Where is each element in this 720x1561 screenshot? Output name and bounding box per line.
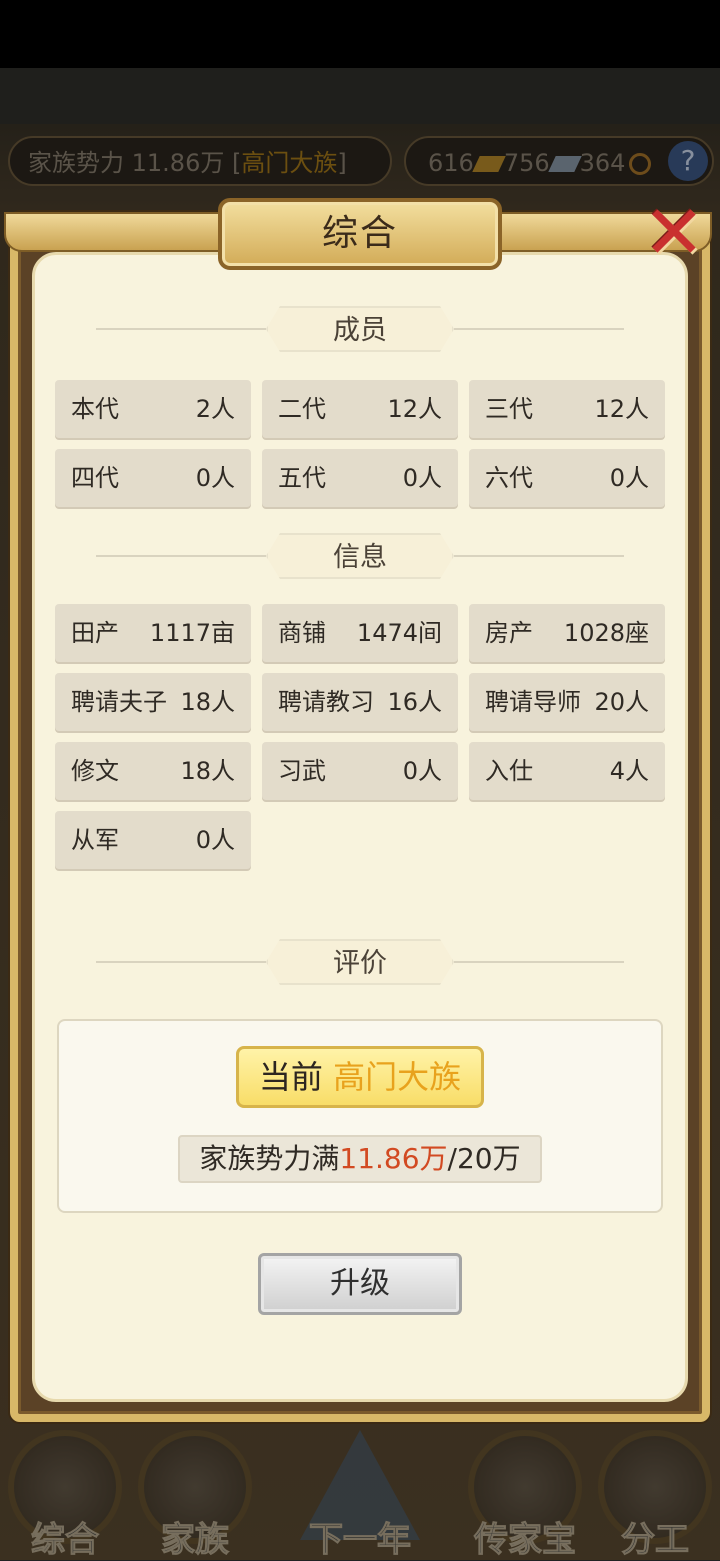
card-label: 聘请夫子 [71, 688, 167, 716]
card-label: 田产 [71, 619, 119, 647]
upgrade-button[interactable]: 升级 [258, 1253, 462, 1315]
close-icon[interactable]: ✕ [634, 196, 714, 276]
member-card-gen5: 五代 0人 [262, 449, 458, 507]
current-rank-prefix: 当前 [258, 1058, 323, 1096]
info-card-shops: 商铺 1474间 [262, 604, 458, 662]
current-rank-badge: 当前 高门大族 [236, 1046, 484, 1108]
info-card-houses: 房产 1028座 [469, 604, 665, 662]
card-label: 六代 [485, 464, 533, 492]
info-card-martial: 习武 0人 [262, 742, 458, 800]
status-bar [0, 0, 720, 68]
member-card-gen4: 四代 0人 [55, 449, 251, 507]
section-label-evaluation: 评价 [266, 939, 454, 985]
dialog-wing-left [4, 212, 234, 252]
info-card-mentors: 聘请导师 20人 [469, 673, 665, 731]
card-value: 0人 [195, 826, 235, 854]
power-prefix: 家族势力满 [199, 1142, 340, 1175]
member-card-gen3: 三代 12人 [469, 380, 665, 438]
info-card-military: 从军 0人 [55, 811, 251, 869]
current-rank-name: 高门大族 [333, 1058, 462, 1096]
card-value: 0人 [609, 464, 649, 492]
card-label: 入仕 [485, 757, 533, 785]
member-card-gen2: 二代 12人 [262, 380, 458, 438]
card-label: 商铺 [278, 619, 326, 647]
divider-line [454, 328, 624, 330]
card-value: 0人 [195, 464, 235, 492]
card-value: 20人 [594, 688, 649, 716]
card-label: 三代 [485, 395, 533, 423]
card-value: 12人 [594, 395, 649, 423]
divider-line [454, 961, 624, 963]
card-value: 16人 [387, 688, 442, 716]
card-label: 本代 [71, 395, 119, 423]
card-value: 0人 [402, 757, 442, 785]
power-target: /20万 [447, 1142, 521, 1175]
card-label: 房产 [485, 619, 533, 647]
info-card-officials: 入仕 4人 [469, 742, 665, 800]
card-value: 4人 [609, 757, 649, 785]
member-card-gen1: 本代 2人 [55, 380, 251, 438]
info-card-instructors: 聘请教习 16人 [262, 673, 458, 731]
card-label: 五代 [278, 464, 326, 492]
card-label: 从军 [71, 826, 119, 854]
card-label: 修文 [71, 757, 119, 785]
card-label: 聘请教习 [278, 688, 374, 716]
divider-line [96, 555, 266, 557]
section-header-info: 信息 [96, 533, 624, 579]
card-value: 18人 [180, 688, 235, 716]
info-card-tutors: 聘请夫子 18人 [55, 673, 251, 731]
card-label: 四代 [71, 464, 119, 492]
card-label: 聘请导师 [485, 688, 581, 716]
divider-line [96, 961, 266, 963]
card-value: 18人 [180, 757, 235, 785]
card-value: 1028座 [563, 619, 649, 647]
card-value: 1474间 [356, 619, 442, 647]
member-card-gen6: 六代 0人 [469, 449, 665, 507]
section-label-members: 成员 [266, 306, 454, 352]
dialog-title-plate: 综合 [218, 198, 502, 270]
card-value: 0人 [402, 464, 442, 492]
section-header-members: 成员 [96, 306, 624, 352]
info-card-literature: 修文 18人 [55, 742, 251, 800]
card-value: 1117亩 [149, 619, 235, 647]
info-card-farmland: 田产 1117亩 [55, 604, 251, 662]
card-value: 12人 [387, 395, 442, 423]
card-value: 2人 [195, 395, 235, 423]
section-header-evaluation: 评价 [96, 939, 624, 985]
power-current: 11.86万 [339, 1142, 448, 1175]
divider-line [454, 555, 624, 557]
section-label-info: 信息 [266, 533, 454, 579]
card-label: 习武 [278, 757, 326, 785]
dialog-title: 综合 [321, 213, 398, 254]
family-power-progress: 家族势力满11.86万/20万 [178, 1135, 542, 1183]
divider-line [96, 328, 266, 330]
card-label: 二代 [278, 395, 326, 423]
